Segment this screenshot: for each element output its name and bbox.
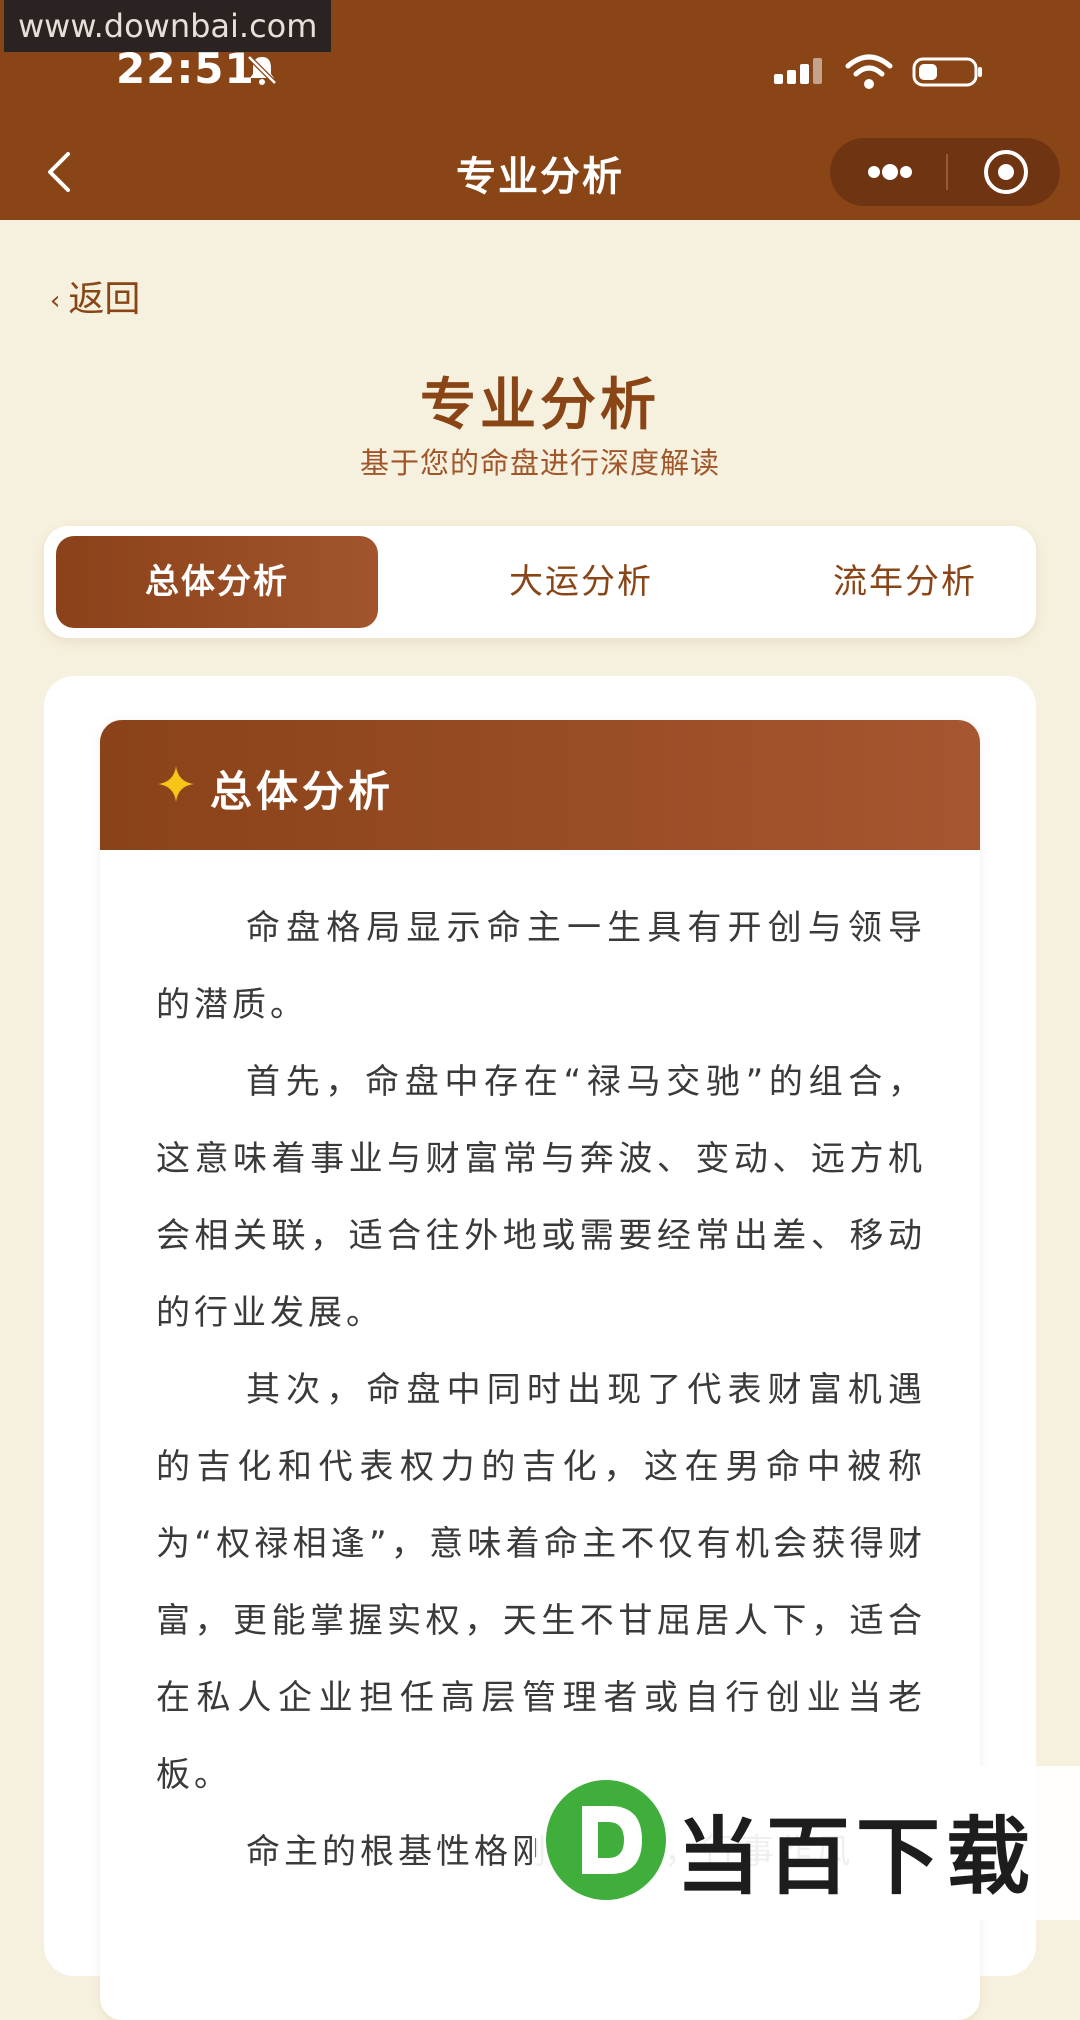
chevron-left-icon: ‹ — [50, 286, 61, 316]
page-subtitle: 基于您的命盘进行深度解读 — [359, 446, 720, 480]
paragraph: 命盘格局显示命主一生具有开创与领导的潜质。 — [156, 908, 926, 1025]
capsule-divider — [946, 154, 948, 190]
battery-icon — [912, 57, 982, 87]
tab-overall[interactable]: 总体分析 — [56, 536, 378, 628]
paragraph: 首先，命盘中存在“禄马交驰”的组合，这意味着事业与财富常与奔波、变动、远方机会相… — [156, 1062, 926, 1333]
star-icon — [158, 766, 194, 802]
paragraph: 其次，命盘中同时出现了代表财富机遇的吉化和代表权力的吉化，这在男命中被称为“权禄… — [156, 1370, 926, 1795]
back-link[interactable]: ‹ 返回 — [50, 270, 140, 322]
tab-annual[interactable]: 流年分析 — [744, 536, 1066, 628]
back-link-label: 返回 — [68, 279, 141, 320]
wifi-icon — [845, 54, 893, 89]
target-icon[interactable] — [970, 138, 1042, 206]
section-header: 总体分析 — [100, 720, 980, 850]
bell-mute-icon — [247, 55, 277, 85]
brand-watermark-text: 当百下载 — [676, 1808, 1037, 1906]
brand-watermark: 当百下载 — [536, 1766, 1080, 1920]
page-title: 专业分析 — [420, 373, 660, 438]
section-title: 总体分析 — [210, 767, 395, 816]
tab-major-luck[interactable]: 大运分析 — [420, 536, 742, 628]
analysis-tabs: 总体分析 大运分析 流年分析 — [44, 526, 1036, 638]
section-body: 命盘格局显示命主一生具有开创与领导的潜质。 首先，命盘中存在“禄马交驰”的组合，… — [156, 890, 926, 1891]
more-icon[interactable] — [846, 138, 930, 206]
signal-icon — [774, 58, 822, 84]
mini-program-capsule — [830, 138, 1060, 206]
site-watermark: www.downbai.com — [4, 0, 332, 52]
d-logo-icon — [546, 1780, 666, 1900]
